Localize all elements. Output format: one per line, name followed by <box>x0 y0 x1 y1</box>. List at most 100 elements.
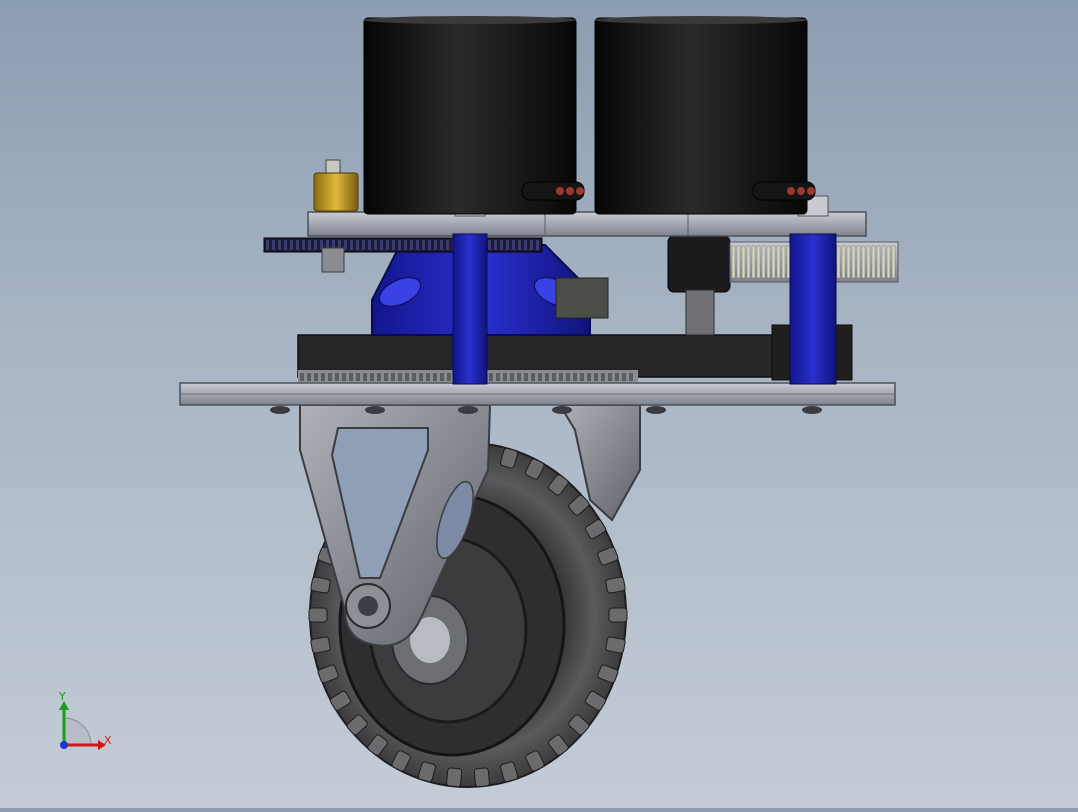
tread-block <box>605 576 626 594</box>
gear-tooth <box>866 245 871 279</box>
tread-block <box>308 607 328 623</box>
y-axis-label: Y <box>58 690 66 703</box>
tread-block <box>446 767 463 788</box>
belt-tooth <box>349 373 353 381</box>
belt-tooth <box>587 373 591 381</box>
belt-tooth <box>615 373 619 381</box>
belt-tooth <box>524 373 528 381</box>
tread-block <box>608 607 628 623</box>
belt-tooth <box>447 373 451 381</box>
belt-tooth <box>440 373 444 381</box>
motor-connector <box>521 181 585 201</box>
gear-tooth <box>751 245 756 279</box>
gear-tooth <box>368 240 371 250</box>
belt-tooth <box>545 373 549 381</box>
gear-tooth <box>440 240 443 250</box>
z-axis-dot <box>60 741 68 749</box>
gear-tooth <box>296 240 299 250</box>
gear-tooth <box>841 245 846 279</box>
belt-tooth <box>531 373 535 381</box>
gear-tooth <box>386 240 389 250</box>
top-plate[interactable] <box>307 211 867 237</box>
gear-tooth <box>314 240 317 250</box>
belt-tooth <box>538 373 542 381</box>
belt-tooth <box>377 373 381 381</box>
tread-block <box>605 636 626 654</box>
triad-quadrant <box>63 717 92 746</box>
motor-connector <box>752 181 816 201</box>
gear-tooth <box>891 245 896 279</box>
gear-tooth <box>846 245 851 279</box>
gear-tooth <box>422 240 425 250</box>
gear-tooth <box>836 245 841 279</box>
gear-tooth <box>290 240 293 250</box>
gear-tooth <box>494 240 497 250</box>
shaft <box>321 247 345 273</box>
gear-tooth <box>512 240 515 250</box>
belt-tooth <box>356 373 360 381</box>
gear-tooth <box>416 240 419 250</box>
gear-tooth <box>392 240 395 250</box>
gear-tooth <box>362 240 365 250</box>
belt-tooth <box>489 373 493 381</box>
gear-tooth <box>536 240 539 250</box>
gear-tooth <box>350 240 353 250</box>
gear-tooth <box>308 240 311 250</box>
belt-tooth <box>496 373 500 381</box>
axle-bolt-socket <box>358 596 378 616</box>
spur-gear[interactable] <box>263 237 543 253</box>
belt-tooth <box>370 373 374 381</box>
belt-tooth <box>398 373 402 381</box>
belt-tooth <box>321 373 325 381</box>
belt-tooth <box>405 373 409 381</box>
x-axis-label: X <box>104 734 112 747</box>
belt-tooth <box>629 373 633 381</box>
tread-block <box>310 576 331 594</box>
cad-viewport[interactable]: X Y <box>0 0 1078 808</box>
belt-tooth <box>559 373 563 381</box>
gear-tooth <box>761 245 766 279</box>
gear-tooth <box>278 240 281 250</box>
gear-tooth <box>380 240 383 250</box>
gear-tooth <box>776 245 781 279</box>
gear-tooth <box>746 245 751 279</box>
belt-tooth <box>580 373 584 381</box>
belt-tooth <box>622 373 626 381</box>
gear-tooth <box>356 240 359 250</box>
gear-tooth <box>518 240 521 250</box>
belt-tooth <box>601 373 605 381</box>
gear-tooth <box>374 240 377 250</box>
gear-tooth <box>851 245 856 279</box>
belt-tooth <box>426 373 430 381</box>
axis-triad[interactable]: X Y <box>58 690 112 750</box>
belt-tooth <box>552 373 556 381</box>
belt-tooth <box>391 373 395 381</box>
belt-tooth <box>335 373 339 381</box>
belt-tooth <box>510 373 514 381</box>
belt-tooth <box>419 373 423 381</box>
gear-tooth <box>410 240 413 250</box>
gear-tooth <box>766 245 771 279</box>
belt-tooth <box>363 373 367 381</box>
belt-tooth <box>608 373 612 381</box>
tread-block <box>310 636 331 654</box>
gear-tooth <box>266 240 269 250</box>
gear-tooth <box>741 245 746 279</box>
gear-tooth <box>756 245 761 279</box>
gear-tooth <box>876 245 881 279</box>
gear-tooth <box>428 240 431 250</box>
belt-tooth <box>566 373 570 381</box>
lower-plate[interactable] <box>179 382 896 414</box>
gear-tooth <box>524 240 527 250</box>
gear-tooth <box>506 240 509 250</box>
belt-tooth <box>384 373 388 381</box>
spur-gear-right[interactable] <box>555 235 899 336</box>
belt-tooth <box>503 373 507 381</box>
gear-tooth <box>500 240 503 250</box>
shaft-coupler[interactable] <box>313 159 359 212</box>
belt-tooth <box>314 373 318 381</box>
belt-tooth <box>517 373 521 381</box>
gear-tooth <box>284 240 287 250</box>
gear-tooth <box>398 240 401 250</box>
gear-tooth <box>731 245 736 279</box>
